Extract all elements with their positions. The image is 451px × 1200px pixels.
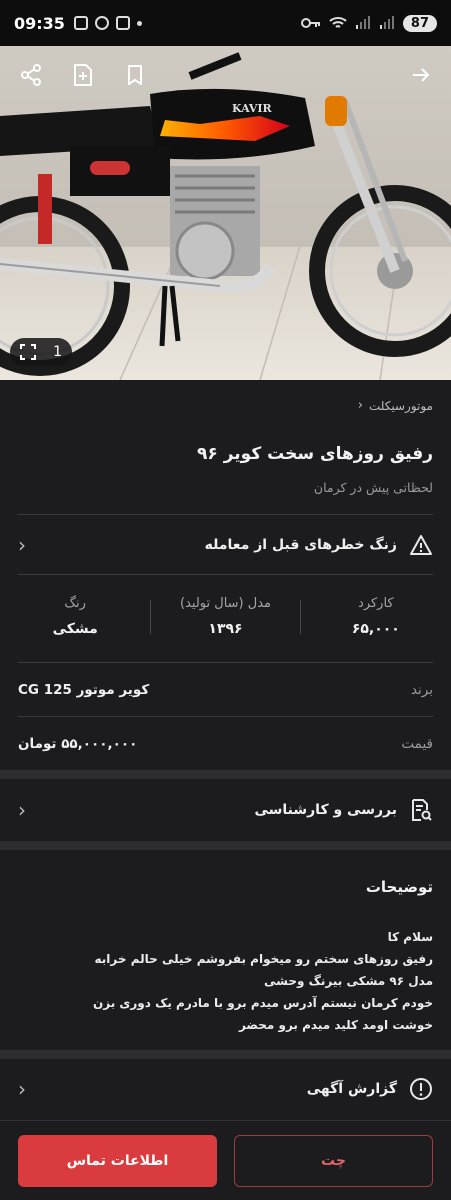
stat-model-year: مدل (سال تولید) ۱۳۹۶ <box>150 590 301 650</box>
chat-button[interactable]: چت <box>234 1135 433 1187</box>
document-search-icon <box>412 799 432 821</box>
bookmark-icon <box>128 65 142 85</box>
more-notifications-dot <box>136 20 142 26</box>
contact-info-button[interactable]: اطلاعات تماس <box>18 1135 217 1187</box>
status-bar: 09:35 87 <box>0 0 451 46</box>
description-title: توضیحات <box>365 878 433 896</box>
divider <box>18 662 433 663</box>
description-line: سلام کا <box>387 930 433 944</box>
share-icon <box>21 64 41 86</box>
divider <box>18 574 433 575</box>
page-title: رفیق روزهای سخت کویر ۹۶ <box>197 444 433 464</box>
breadcrumb[interactable]: موتورسیکلت ‹ <box>358 398 433 413</box>
warning-icon <box>410 535 432 555</box>
detail-brand: برند کویر موتور CG 125 <box>18 682 433 698</box>
motorcycle-image: KAVIR <box>0 46 451 380</box>
battery-indicator: 87 <box>402 14 437 32</box>
breadcrumb-category[interactable]: موتورسیکلت <box>369 399 433 413</box>
svg-text:KAVIR: KAVIR <box>232 102 273 115</box>
report-icon <box>410 1078 432 1100</box>
arrow-right-icon <box>413 68 430 82</box>
gmail-icon <box>73 16 88 30</box>
key-icon <box>300 18 320 28</box>
listing-photo[interactable]: KAVIR 1 <box>0 46 451 380</box>
share-button[interactable] <box>16 60 46 90</box>
post-meta: لحظاتی پیش در کرمان <box>313 480 433 495</box>
back-button[interactable] <box>406 60 436 90</box>
chevron-left-icon: ‹ <box>18 533 26 557</box>
warning-label: زنگ خطرهای قبل از معامله <box>204 537 397 553</box>
report-label: گزارش آگهی <box>306 1081 397 1097</box>
image-count-text: 1 <box>53 344 62 360</box>
description-line: خوشت اومد کلید میدم برو محضر <box>238 1018 433 1032</box>
stat-separator <box>299 600 301 634</box>
section-separator <box>0 770 451 779</box>
warning-row[interactable]: زنگ خطرهای قبل از معامله ‹ <box>0 516 451 574</box>
section-separator <box>0 1050 451 1059</box>
app-icon <box>115 16 130 30</box>
divider <box>18 716 433 717</box>
fullscreen-icon <box>20 344 36 360</box>
image-counter[interactable]: 1 <box>10 338 72 366</box>
status-time: 09:35 <box>14 13 65 33</box>
report-row[interactable]: گزارش آگهی ‹ <box>0 1060 451 1118</box>
wifi-icon <box>329 17 347 28</box>
signal-icon <box>355 16 370 29</box>
note-add-icon <box>74 64 92 86</box>
description-line: خودم کرمان نیستم آدرس میدم برو با مادرم … <box>92 996 433 1010</box>
chevron-left-icon: ‹ <box>357 398 363 413</box>
stat-mileage: کارکرد ۶۵,۰۰۰ <box>351 596 400 637</box>
bookmark-button[interactable] <box>120 60 150 90</box>
stat-separator <box>150 600 152 634</box>
notification-icon <box>94 16 109 30</box>
chevron-left-icon: ‹ <box>18 1077 26 1101</box>
key-stats: کارکرد ۶۵,۰۰۰ مدل (سال تولید) ۱۳۹۶ رنگ م… <box>0 590 451 650</box>
review-label: بررسی و کارشناسی <box>254 802 397 818</box>
chevron-left-icon: ‹ <box>18 798 26 822</box>
description-line: مدل ۹۶ مشکی بیرنگ وحشی <box>263 974 433 988</box>
add-note-button[interactable] <box>68 60 98 90</box>
description-line: رفیق روزهای سختم رو میخوام بفروشم خیلی ح… <box>94 952 433 966</box>
action-bar: اطلاعات تماس چت <box>0 1120 451 1200</box>
divider <box>18 514 433 515</box>
stat-color: رنگ مشکی <box>52 596 98 637</box>
review-row[interactable]: بررسی و کارشناسی ‹ <box>0 781 451 839</box>
section-separator <box>0 841 451 850</box>
signal-icon-2 <box>379 16 394 29</box>
detail-price: قیمت ۵۵,۰۰۰,۰۰۰ تومان <box>18 736 433 752</box>
